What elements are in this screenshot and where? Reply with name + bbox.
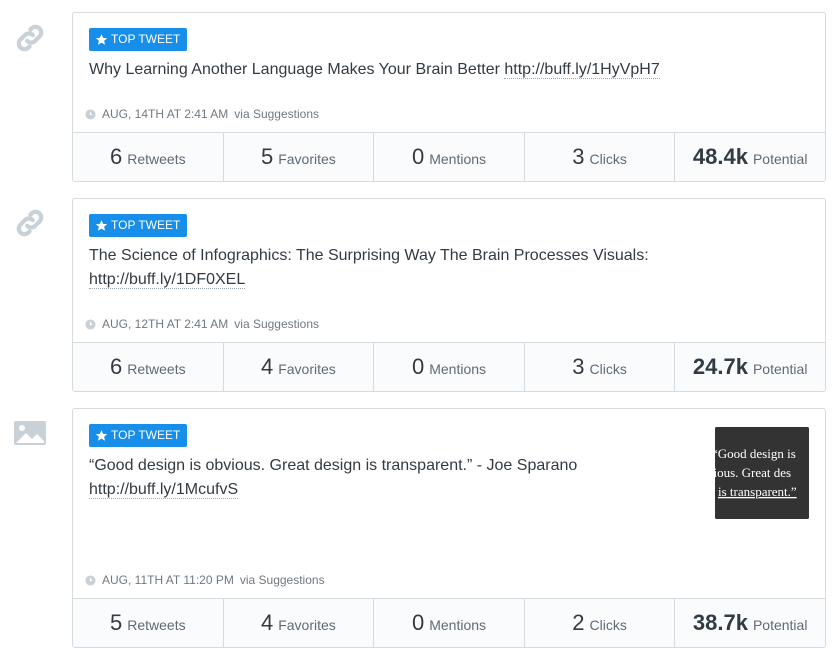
clicks-label: Clicks: [589, 361, 627, 377]
tweet-date: AUG, 12TH AT 2:41 AM: [102, 317, 229, 331]
favorites-count: 4: [260, 610, 274, 635]
retweets-count: 6: [109, 354, 123, 379]
mentions-label: Mentions: [429, 361, 487, 377]
tweet-text: The Science of Infographics: The Surpris…: [89, 244, 709, 292]
tweet-meta: AUG, 12TH AT 2:41 AM via Suggestions: [85, 317, 319, 331]
clicks-count: 3: [572, 144, 585, 169]
thumb-line-3: is transparent.”: [718, 484, 797, 499]
stats-bar: 6 Retweets 5 Favorites 0 Mentions 3 Clicks 4…: [73, 132, 825, 181]
tweet-link[interactable]: http://buff.ly/1HyVpH7: [504, 61, 660, 79]
stat-clicks: 3 Clicks: [525, 133, 676, 181]
stat-clicks: 3 Clicks: [525, 343, 676, 391]
star-icon: [95, 220, 108, 231]
top-tweet-badge: TOP TWEET: [89, 214, 188, 237]
badge-label: TOP TWEET: [111, 218, 181, 232]
retweets-count: 6: [109, 144, 123, 169]
clock-icon: [85, 108, 96, 120]
tweet-meta: AUG, 14TH AT 2:41 AM via Suggestions: [85, 107, 319, 121]
tweet-body: “Good design is obvious. Great design is…: [89, 457, 578, 474]
tweet-link[interactable]: http://buff.ly/1DF0XEL: [89, 271, 246, 289]
link-icon: [16, 24, 44, 52]
clicks-count: 3: [572, 354, 585, 379]
clock-icon: [85, 318, 96, 330]
link-icon: [16, 209, 44, 237]
potential-label: Potential: [752, 617, 808, 633]
stat-clicks: 2 Clicks: [525, 599, 676, 647]
favorites-count: 4: [260, 354, 274, 379]
mentions-label: Mentions: [429, 617, 487, 633]
favorites-label: Favorites: [278, 361, 336, 377]
retweets-label: Retweets: [127, 361, 186, 377]
stat-favorites: 4 Favorites: [224, 599, 375, 647]
stat-retweets: 6 Retweets: [73, 133, 224, 181]
retweets-label: Retweets: [127, 151, 186, 167]
tweet-card: TOP TWEET The Science of Infographics: T…: [72, 198, 826, 392]
top-tweets-page: { "posts": [ { "type_icon": "link-icon",…: [0, 0, 836, 648]
favorites-label: Favorites: [278, 617, 336, 633]
badge-label: TOP TWEET: [111, 428, 181, 442]
stat-retweets: 5 Retweets: [73, 599, 224, 647]
mentions-count: 0: [411, 354, 425, 379]
tweet-source: via Suggestions: [234, 317, 320, 331]
clicks-label: Clicks: [589, 617, 627, 633]
tweet-source: via Suggestions: [234, 107, 320, 121]
badge-label: TOP TWEET: [111, 32, 181, 46]
tweet-date: AUG, 14TH AT 2:41 AM: [102, 107, 229, 121]
potential-count: 24.7k: [692, 354, 748, 379]
stat-potential: 24.7k Potential: [675, 343, 825, 391]
tweet-card: TOP TWEET Why Learning Another Language …: [72, 12, 826, 182]
favorites-label: Favorites: [278, 151, 336, 167]
tweet-image-thumbnail[interactable]: “Good design is vious. Great des is tran…: [715, 427, 809, 519]
stat-mentions: 0 Mentions: [374, 133, 525, 181]
thumb-line-2: vious. Great des: [715, 465, 791, 480]
clock-icon: [85, 574, 96, 586]
potential-label: Potential: [752, 151, 808, 167]
mentions-count: 0: [411, 610, 425, 635]
tweet-date: AUG, 11TH AT 11:20 PM: [102, 573, 234, 587]
potential-count: 38.7k: [692, 610, 748, 635]
stat-mentions: 0 Mentions: [374, 599, 525, 647]
image-icon: [14, 421, 46, 445]
stat-potential: 48.4k Potential: [675, 133, 825, 181]
tweet-meta: AUG, 11TH AT 11:20 PM via Suggestions: [85, 573, 325, 587]
stats-bar: 6 Retweets 4 Favorites 0 Mentions 3 Clicks 2…: [73, 342, 825, 391]
tweet-text: “Good design is obvious. Great design is…: [89, 454, 709, 502]
thumb-line-1: “Good design is: [715, 446, 796, 461]
tweet-body: The Science of Infographics: The Surpris…: [89, 247, 649, 264]
stat-retweets: 6 Retweets: [73, 343, 224, 391]
stats-bar: 5 Retweets 4 Favorites 0 Mentions 2 Clicks 3…: [73, 598, 825, 647]
mentions-count: 0: [411, 144, 425, 169]
tweet-card: TOP TWEET “Good design is obvious. Great…: [72, 408, 826, 648]
tweet-text: Why Learning Another Language Makes Your…: [89, 58, 709, 82]
retweets-label: Retweets: [127, 617, 186, 633]
quote-image: “Good design is vious. Great des is tran…: [715, 427, 809, 519]
stat-favorites: 4 Favorites: [224, 343, 375, 391]
top-tweet-badge: TOP TWEET: [89, 28, 188, 51]
star-icon: [95, 34, 108, 45]
star-icon: [95, 430, 108, 441]
stat-favorites: 5 Favorites: [224, 133, 375, 181]
tweet-source: via Suggestions: [239, 573, 325, 587]
clicks-label: Clicks: [589, 151, 627, 167]
tweet-link[interactable]: http://buff.ly/1McufvS: [89, 481, 239, 499]
tweet-body: Why Learning Another Language Makes Your…: [89, 61, 505, 78]
favorites-count: 5: [260, 144, 274, 169]
potential-count: 48.4k: [692, 144, 748, 169]
retweets-count: 5: [109, 610, 123, 635]
stat-potential: 38.7k Potential: [675, 599, 825, 647]
top-tweet-badge: TOP TWEET: [89, 424, 188, 447]
potential-label: Potential: [752, 361, 808, 377]
mentions-label: Mentions: [429, 151, 487, 167]
stat-mentions: 0 Mentions: [374, 343, 525, 391]
clicks-count: 2: [572, 610, 585, 635]
